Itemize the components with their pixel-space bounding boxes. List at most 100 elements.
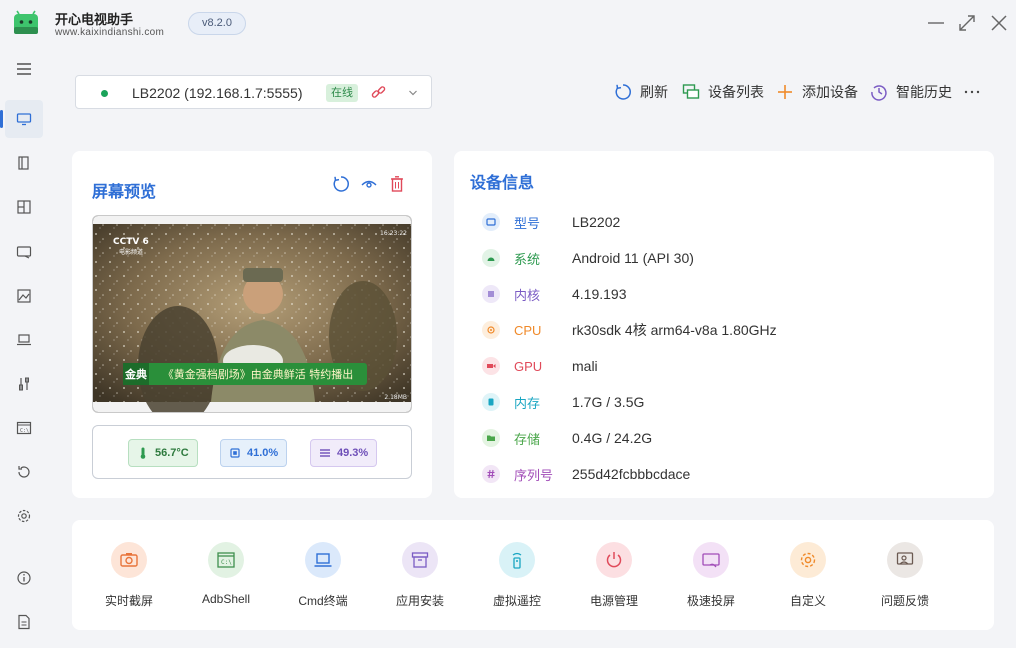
info-icon <box>17 571 31 585</box>
close-icon[interactable] <box>988 12 1010 34</box>
tool-cast[interactable]: 极速投屏 <box>671 542 751 612</box>
sidebar-item-apps[interactable] <box>5 188 43 226</box>
device-list-label: 设备列表 <box>708 84 764 100</box>
device-select[interactable]: LB2202 (192.168.1.7:5555) 在线 <box>75 75 432 109</box>
screen-preview-card: 屏幕预览 金典 《黄金强档剧场》由金典鲜活 特约播出 CCTV 6 电影频道 1… <box>72 151 432 498</box>
history-button[interactable]: 智能历史 <box>870 80 952 104</box>
cast-icon <box>702 553 720 568</box>
preview-time: 16:23:22 <box>380 230 407 237</box>
sidebar-item-tools[interactable] <box>5 365 43 403</box>
trash-icon[interactable] <box>388 175 406 193</box>
book-icon <box>18 156 29 170</box>
cast-icon <box>16 246 32 259</box>
cpu-badge: 41.0% <box>220 439 288 467</box>
history-label: 智能历史 <box>896 84 952 100</box>
tool-power[interactable]: 电源管理 <box>574 542 654 612</box>
refresh-icon <box>615 84 631 100</box>
image-icon <box>17 289 31 303</box>
device-info-card: 设备信息 型号 LB2202 系统 Android 11 (API 30) 内核… <box>454 151 994 498</box>
grid-icon <box>17 200 31 214</box>
info-row-storage: 存储 0.4G / 24.2G <box>482 426 652 450</box>
info-label: 型号 <box>514 215 541 231</box>
temperature-badge: 56.7°C <box>128 439 198 467</box>
cpu-icon <box>230 448 240 458</box>
info-row-cpu: CPU rk30sdk 4核 arm64-v8a 1.80GHz <box>482 318 777 342</box>
banner-text: 《黄金强档剧场》由金典鲜活 特约播出 <box>163 367 354 381</box>
info-row-kernel: 内核 4.19.193 <box>482 282 627 306</box>
tool-screenshot[interactable]: 实时截屏 <box>89 542 169 612</box>
kernel-icon <box>482 285 500 303</box>
channel-logo: CCTV 6 <box>113 237 149 247</box>
gear-icon <box>800 552 816 568</box>
sidebar-item-cast[interactable] <box>5 233 43 271</box>
tool-cmd[interactable]: Cmd终端 <box>283 542 363 612</box>
memory-icon <box>320 449 330 457</box>
tool-app-install[interactable]: 应用安装 <box>380 542 460 612</box>
tool-adbshell[interactable]: C:\ AdbShell <box>186 542 266 612</box>
more-icon <box>964 90 980 94</box>
svg-text:C:\: C:\ <box>221 559 232 566</box>
sidebar-item-history[interactable] <box>5 453 43 491</box>
svg-text:C:\: C:\ <box>20 428 29 434</box>
status-badge: 在线 <box>326 84 358 102</box>
eye-icon[interactable] <box>360 175 378 193</box>
sidebar-item-laptop[interactable] <box>5 321 43 359</box>
archive-icon <box>411 552 429 568</box>
tool-label: 应用安装 <box>395 594 444 608</box>
refresh-label: 刷新 <box>640 84 668 100</box>
temperature-value: 56.7°C <box>155 447 189 459</box>
tv-frame-image: 金典 《黄金强档剧场》由金典鲜活 特约播出 CCTV 6 电影频道 16:23:… <box>93 216 411 412</box>
info-value: Android 11 (API 30) <box>572 250 694 266</box>
info-label: GPU <box>514 358 543 374</box>
memory-badge: 49.3% <box>310 439 378 467</box>
info-row-memory: 内存 1.7G / 3.5G <box>482 390 644 414</box>
menu-icon[interactable] <box>5 50 43 88</box>
chevron-down-icon <box>409 90 417 96</box>
maximize-icon[interactable] <box>956 12 978 34</box>
device-list-button[interactable]: 设备列表 <box>682 80 764 104</box>
sidebar-item-screen[interactable] <box>0 100 43 138</box>
info-value: 0.4G / 24.2G <box>572 430 653 446</box>
tool-label: 实时截屏 <box>104 594 153 608</box>
tool-label: Cmd终端 <box>298 594 348 608</box>
laptop-icon <box>17 334 31 346</box>
tool-label: 虚拟遥控 <box>492 594 541 608</box>
sidebar-item-gallery[interactable] <box>5 277 43 315</box>
tool-label: 极速投屏 <box>686 594 735 608</box>
preview-title: 屏幕预览 <box>92 184 157 201</box>
hash-icon <box>482 465 500 483</box>
screen-preview[interactable]: 金典 《黄金强档剧场》由金典鲜活 特约播出 CCTV 6 电影频道 16:23:… <box>92 215 412 413</box>
tool-label: 问题反馈 <box>880 594 929 608</box>
sidebar-item-docs[interactable] <box>5 603 43 641</box>
more-button[interactable] <box>963 80 989 104</box>
channel-subtitle: 电影频道 <box>119 248 143 256</box>
refresh-button[interactable]: 刷新 <box>614 80 668 104</box>
sidebar-item-about[interactable] <box>5 559 43 597</box>
info-value: mali <box>572 358 598 374</box>
tool-custom[interactable]: 自定义 <box>768 542 848 612</box>
info-label: 存储 <box>514 431 541 447</box>
tool-feedback[interactable]: 问题反馈 <box>865 542 945 612</box>
gear-icon <box>17 509 31 523</box>
sidebar-item-files[interactable] <box>5 144 43 182</box>
add-device-button[interactable]: 添加设备 <box>776 80 858 104</box>
camera-icon <box>120 553 138 567</box>
minimize-icon[interactable] <box>925 12 947 34</box>
power-icon <box>606 552 622 568</box>
history-icon <box>871 85 887 101</box>
info-row-system: 系统 Android 11 (API 30) <box>482 246 694 270</box>
online-dot <box>101 90 108 97</box>
remote-icon <box>512 552 522 569</box>
info-label: CPU <box>514 322 542 338</box>
device-list-icon <box>682 84 700 99</box>
disconnect-icon[interactable] <box>370 84 387 101</box>
sidebar-item-terminal[interactable]: C:\ <box>5 409 43 447</box>
memory-value: 49.3% <box>337 447 369 459</box>
cpu-icon <box>482 321 500 339</box>
quick-tools-card: 实时截屏 C:\ AdbShell Cmd终端 应用安装 虚拟遥控 电源管理 极… <box>72 520 994 630</box>
app-url: www.kaixindianshi.com <box>55 27 165 38</box>
reload-preview-icon[interactable] <box>332 175 350 193</box>
memory-icon <box>482 393 500 411</box>
tool-remote[interactable]: 虚拟遥控 <box>477 542 557 612</box>
sidebar-item-settings[interactable] <box>5 497 43 535</box>
